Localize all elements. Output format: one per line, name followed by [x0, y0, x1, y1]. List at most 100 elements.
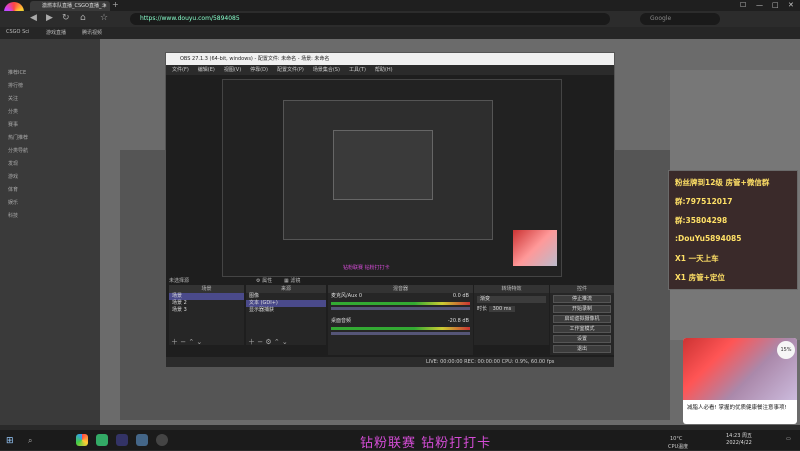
preview-ticker: 钻粉联赛 钻粉打打卡	[343, 265, 390, 271]
ad-card[interactable]: 15% 减脂人必看! 掌握的优质健康餐注意事项!	[683, 338, 797, 424]
bookmark-item[interactable]: CSGO Sci	[6, 29, 29, 35]
sources-panel: 来源 图像 文本 (GDI+) 显示器捕获 ＋ − ⚙ ⌃ ⌄	[246, 285, 326, 347]
obs-preview[interactable]: 钻粉联赛 钻粉打打卡	[222, 79, 562, 277]
controls-header: 控件	[550, 285, 614, 293]
duration-input[interactable]: 300 ms	[488, 306, 516, 312]
windows-start-icon[interactable]: ⊞	[6, 436, 14, 446]
maximize-button[interactable]: □	[772, 1, 779, 9]
obs-menu-item[interactable]: 文件(F)	[172, 67, 189, 73]
sidebar-item[interactable]: 热门推荐	[8, 134, 28, 141]
bookmark-item[interactable]: 腾讯视频	[82, 29, 102, 36]
obs-menu-item[interactable]: 停靠(D)	[250, 67, 268, 73]
mixer-channel-name: 麦克风/Aux 0 0.0 dB	[331, 293, 469, 299]
volume-slider[interactable]	[331, 332, 470, 335]
control-button[interactable]: 启动虚拟摄像机	[553, 315, 611, 323]
sidebar-item[interactable]: 分类导航	[8, 147, 28, 154]
sidebar-item[interactable]: 游戏	[8, 173, 18, 180]
taskbar-search-icon[interactable]: ⌕	[28, 436, 32, 446]
sidebar-item[interactable]: 关注	[8, 95, 18, 102]
preview-ad-thumb	[513, 230, 557, 266]
sidebar-item[interactable]: 分类	[8, 108, 18, 115]
control-button[interactable]: 停止推流	[553, 295, 611, 303]
fan-info-line: 群:797512017	[675, 197, 733, 206]
properties-button[interactable]: ⚙ 属性	[256, 277, 272, 284]
obs-menu-item[interactable]: 工具(T)	[349, 67, 366, 73]
scene-item[interactable]: 场景 3	[169, 307, 244, 314]
add-scene-icon[interactable]: ＋ − ⌃ ⌄	[171, 337, 202, 347]
address-input[interactable]: https://www.douyu.com/5894085	[130, 13, 610, 25]
sidebar-item[interactable]: 科技	[8, 212, 18, 219]
scenes-header: 场景	[169, 285, 244, 293]
control-button[interactable]: 工作室模式	[553, 325, 611, 333]
obs-menu-item[interactable]: 帮助(H)	[375, 67, 393, 73]
transition-select[interactable]: 渐变	[477, 296, 546, 303]
browser-taskbar-icon[interactable]	[76, 434, 88, 446]
fan-info-line: X1 房管+定位	[675, 273, 725, 282]
obs-menubar: 文件(F) 编辑(E) 视图(V) 停靠(D) 配置文件(P) 场景集合(S) 工具(T) 帮…	[166, 65, 614, 75]
app-taskbar-icon[interactable]	[96, 434, 108, 446]
obs-menu-item[interactable]: 编辑(E)	[198, 67, 215, 73]
page-sidebar: 推荐ICE 排行榜关注分类赛事热门推荐分类导航发现游戏体育娱乐科技	[0, 39, 100, 425]
obs-window[interactable]: OBS 27.1.3 (64-bit, windows) - 配置文件: 未命名…	[165, 52, 615, 368]
volume-meter	[331, 302, 470, 305]
fan-info-line: :DouYu5894085	[675, 234, 742, 243]
stream-ticker: 钻粉联赛 钻粉打打卡	[360, 436, 492, 451]
sidebar-item[interactable]: 赛事	[8, 121, 18, 128]
obs-taskbar-icon[interactable]	[156, 434, 168, 446]
refresh-icon[interactable]: ↻	[62, 13, 70, 23]
volume-meter	[331, 327, 470, 330]
minimize-button[interactable]: —	[756, 1, 763, 9]
ad-text: 减脂人必看! 掌握的优质健康餐注意事项!	[687, 405, 787, 411]
cpu-label: CPU温度	[668, 444, 689, 450]
browser-titlebar	[0, 0, 800, 11]
sidebar-item[interactable]: 发现	[8, 160, 18, 167]
obs-menu-item[interactable]: 视图(V)	[224, 67, 241, 73]
window-menu-icon[interactable]: ☐	[740, 1, 746, 9]
home-icon[interactable]: ⌂	[80, 13, 86, 23]
fan-info-panel: 粉丝牌到12级 房管+微信群 群:797512017 群:35804298:DouY…	[668, 170, 798, 290]
star-icon[interactable]: ☆	[100, 13, 108, 23]
add-source-icon[interactable]: ＋ − ⚙ ⌃ ⌄	[248, 337, 288, 347]
scene-item[interactable]: 场景 2	[169, 300, 244, 307]
control-button[interactable]: 开始录制	[553, 305, 611, 313]
new-tab-button[interactable]: +	[112, 0, 119, 9]
bookmark-item[interactable]: 游戏直播	[46, 29, 66, 36]
mixer-channel-name: 桌面音频 -20.8 dB	[331, 318, 469, 324]
nested-preview-inner	[333, 130, 433, 200]
transitions-panel: 转场特效 渐变 时长 300 ms	[474, 285, 549, 345]
control-button[interactable]: 退出	[553, 345, 611, 353]
scene-item[interactable]: 场景	[169, 293, 244, 300]
sidebar-item[interactable]: 推荐ICE	[8, 69, 26, 76]
search-input[interactable]: Google	[640, 13, 720, 25]
close-window-button[interactable]: ✕	[788, 1, 794, 9]
tab-close-icon[interactable]: ×	[103, 1, 107, 11]
source-item[interactable]: 图像	[246, 293, 326, 300]
scenes-panel: 场景 场景 场景 2 场景 3 ＋ − ⌃ ⌄	[169, 285, 244, 347]
browser-tab[interactable]: 激燃本队直播_CSGO直播_斗 ×	[30, 1, 110, 11]
forward-icon[interactable]: ▶	[46, 13, 53, 23]
obs-menu-item[interactable]: 配置文件(P)	[277, 67, 304, 73]
transitions-header: 转场特效	[474, 285, 549, 293]
notification-icon[interactable]: ▭	[786, 436, 791, 442]
app-taskbar-icon[interactable]	[136, 434, 148, 446]
obs-menu-item[interactable]: 场景集合(S)	[313, 67, 340, 73]
back-icon[interactable]: ◀	[30, 13, 37, 23]
control-button[interactable]: 设置	[553, 335, 611, 343]
source-item[interactable]: 显示器捕获	[246, 307, 326, 314]
steam-taskbar-icon[interactable]	[116, 434, 128, 446]
volume-slider[interactable]	[331, 307, 470, 310]
sidebar-item[interactable]: 娱乐	[8, 199, 18, 206]
filters-button[interactable]: ▦ 滤镜	[284, 277, 300, 284]
mixer-panel: 混音器 麦克风/Aux 0 0.0 dB 桌面音频 -20.8 dB	[328, 285, 473, 355]
sources-header: 来源	[246, 285, 326, 293]
mixer-header: 混音器	[328, 285, 473, 293]
sidebar-item[interactable]: 体育	[8, 186, 18, 193]
taskbar-clock[interactable]: 14:23 周五 2022/4/22	[726, 433, 752, 447]
sidebar-item[interactable]: 排行榜	[8, 82, 23, 89]
tab-title: 激燃本队直播_CSGO直播_斗	[42, 3, 107, 9]
fan-info-line: X1 一天上车	[675, 254, 719, 263]
source-item[interactable]: 文本 (GDI+)	[246, 300, 326, 307]
fan-info-line: 群:35804298	[675, 216, 728, 225]
no-source-label: 未选择源	[169, 278, 190, 284]
ad-badge: 15%	[777, 341, 795, 359]
